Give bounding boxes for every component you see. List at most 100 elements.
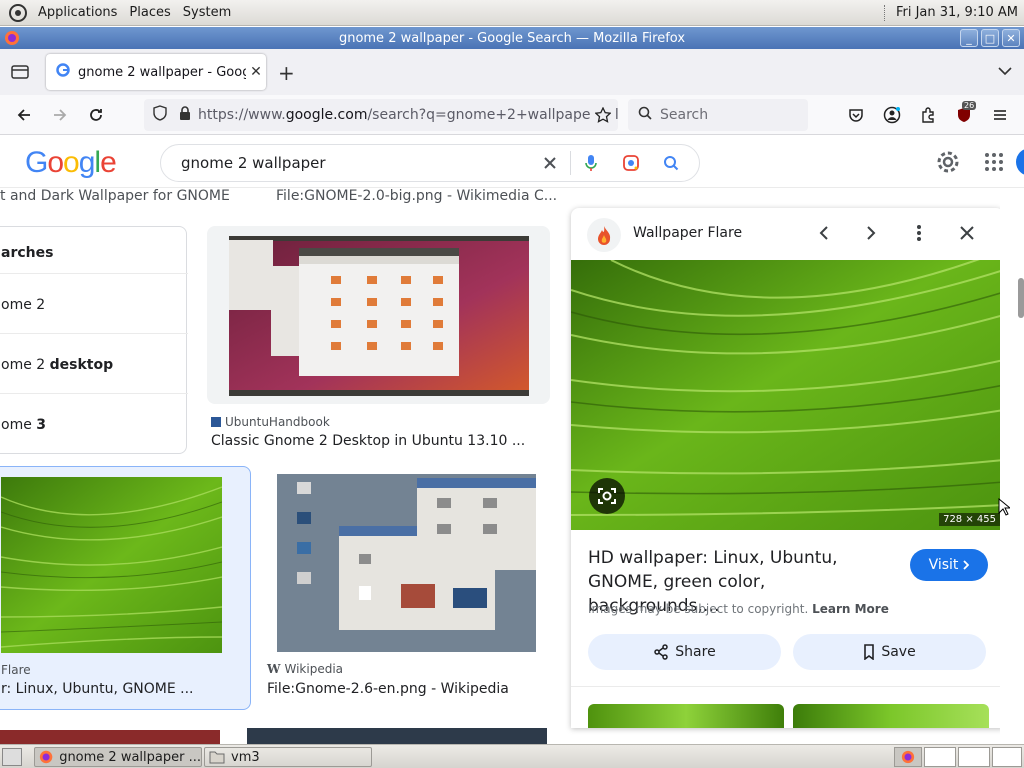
google-apps-icon[interactable] xyxy=(984,152,1004,176)
firefox-view-button[interactable] xyxy=(0,49,40,95)
gnome-top-panel: Applications Places System Fri Jan 31, 9… xyxy=(0,0,1024,26)
result-caption-top-mid[interactable]: File:GNOME-2.0-big.png - Wikimedia C... xyxy=(276,188,557,204)
search-placeholder: Search xyxy=(660,107,709,123)
learn-more-link[interactable]: Learn More xyxy=(812,602,889,616)
related-image-green[interactable] xyxy=(588,704,784,728)
avatar[interactable] xyxy=(1016,148,1024,176)
back-arrow-icon[interactable] xyxy=(12,103,36,127)
visit-chevron-icon xyxy=(963,560,970,570)
result-caption-gnome-26[interactable]: File:Gnome-2.6-en.png - Wikipedia xyxy=(267,681,509,697)
next-chevron-icon[interactable] xyxy=(859,221,883,245)
wallpaperflare-flame-icon xyxy=(587,218,621,252)
google-header: Google gnome 2 wallpaper xyxy=(0,136,1024,188)
related-item[interactable]: ome 2 xyxy=(1,297,45,313)
workspace-4[interactable] xyxy=(992,747,1022,767)
close-panel-icon[interactable] xyxy=(955,221,979,245)
more-options-icon[interactable] xyxy=(907,221,931,245)
reload-icon[interactable] xyxy=(84,103,108,127)
search-query[interactable]: gnome 2 wallpaper xyxy=(181,154,530,172)
clear-search-icon[interactable] xyxy=(530,156,570,170)
panel-separator xyxy=(883,4,886,21)
mouse-cursor-icon xyxy=(998,498,1010,516)
settings-gear-icon[interactable] xyxy=(936,150,960,178)
wikipedia-favicon-icon: W xyxy=(267,662,281,676)
result-image-partial[interactable] xyxy=(247,728,547,744)
account-icon[interactable] xyxy=(880,103,904,127)
places-menu[interactable]: Places xyxy=(123,5,176,20)
tab-google-search[interactable]: gnome 2 wallpaper - Google ✕ xyxy=(46,54,266,90)
window-title: gnome 2 wallpaper - Google Search — Mozi… xyxy=(338,30,686,46)
visit-button[interactable]: Visit xyxy=(910,549,988,581)
share-icon xyxy=(654,644,669,660)
pocket-icon[interactable] xyxy=(844,103,868,127)
lens-search-image-icon[interactable] xyxy=(589,478,625,514)
ubuntuhandbook-favicon-icon xyxy=(211,417,221,427)
taskbar-item-firefox[interactable]: gnome 2 wallpaper ... xyxy=(34,747,202,767)
search-icon xyxy=(638,106,652,124)
image-results: t and Dark Wallpaper for GNOME File:GNOM… xyxy=(0,188,1024,744)
gnome-bottom-panel: gnome 2 wallpaper ... vm3 xyxy=(0,744,1024,768)
window-titlebar[interactable]: gnome 2 wallpaper - Google Search — Mozi… xyxy=(0,27,1024,49)
taskbar-item-vm3[interactable]: vm3 xyxy=(204,747,372,767)
related-item[interactable]: ome 2 desktop xyxy=(1,357,113,373)
maximize-button[interactable]: □ xyxy=(981,29,999,47)
related-searches-heading: arches xyxy=(1,245,54,261)
tracking-shield-icon[interactable] xyxy=(152,105,168,125)
related-searches-card: arches ome 2 ome 2 desktop ome 3 xyxy=(0,226,188,454)
tab-label: gnome 2 wallpaper - Google xyxy=(78,64,246,80)
panel-clock[interactable]: Fri Jan 31, 9:10 AM xyxy=(896,5,1018,20)
google-logo[interactable]: Google xyxy=(25,146,117,180)
lock-icon[interactable] xyxy=(178,105,192,125)
firefox-view-icon xyxy=(11,65,29,79)
result-source-wallpaperflare[interactable]: Flare xyxy=(1,663,31,677)
forward-arrow-icon[interactable] xyxy=(48,103,72,127)
system-menu[interactable]: System xyxy=(177,5,237,20)
google-favicon-icon xyxy=(56,63,70,81)
panel-scrollbar-thumb[interactable] xyxy=(1018,278,1024,318)
new-tab-button[interactable]: + xyxy=(278,61,295,85)
hamburger-menu-icon[interactable] xyxy=(988,103,1012,127)
lens-search-icon[interactable] xyxy=(611,154,651,172)
tab-close-icon[interactable]: ✕ xyxy=(246,64,266,80)
workspace-firefox-icon[interactable] xyxy=(894,747,922,767)
save-button[interactable]: Save xyxy=(793,634,986,670)
url-bar[interactable]: https://www.google.com/search?q=gnome+2+… xyxy=(144,99,618,131)
show-desktop-icon[interactable] xyxy=(2,748,22,766)
result-image-gnome-26[interactable] xyxy=(277,474,536,652)
firefox-task-icon xyxy=(39,750,53,764)
result-image-ubuntu-gnome2[interactable] xyxy=(207,226,550,404)
minimize-button[interactable]: _ xyxy=(960,29,978,47)
voice-search-icon[interactable] xyxy=(571,154,611,172)
result-caption-green-leaf[interactable]: r: Linux, Ubuntu, GNOME ... xyxy=(1,681,194,697)
folder-task-icon xyxy=(209,751,225,764)
related-item[interactable]: ome 3 xyxy=(1,417,46,433)
previous-chevron-icon[interactable] xyxy=(812,221,836,245)
preview-image-green-leaf[interactable]: 728 × 455 xyxy=(571,260,1004,530)
share-button[interactable]: Share xyxy=(588,634,781,670)
related-image-green[interactable] xyxy=(793,704,989,728)
extensions-icon[interactable] xyxy=(916,103,940,127)
selected-result-card[interactable]: Flare r: Linux, Ubuntu, GNOME ... xyxy=(0,466,251,710)
bookmark-star-icon[interactable] xyxy=(591,103,615,127)
close-window-button[interactable]: ✕ xyxy=(1002,29,1020,47)
bookmark-icon xyxy=(864,644,875,660)
applications-menu[interactable]: Applications xyxy=(32,5,123,20)
result-caption-ubuntu[interactable]: Classic Gnome 2 Desktop in Ubuntu 13.10 … xyxy=(211,433,525,449)
preview-site-name[interactable]: Wallpaper Flare xyxy=(633,225,742,241)
page-right-gutter xyxy=(1000,188,1024,744)
result-source-wikipedia[interactable]: W Wikipedia xyxy=(267,662,343,676)
search-bar[interactable]: Search xyxy=(628,99,808,131)
result-caption-top-left[interactable]: t and Dark Wallpaper for GNOME xyxy=(0,188,230,204)
result-image-green-leaf[interactable] xyxy=(1,477,222,653)
google-search-box[interactable]: gnome 2 wallpaper xyxy=(160,144,700,182)
result-source-ubuntuhandbook[interactable]: UbuntuHandbook xyxy=(211,415,330,429)
workspace-2[interactable] xyxy=(924,747,956,767)
navigation-bar: https://www.google.com/search?q=gnome+2+… xyxy=(0,95,1024,135)
workspace-3[interactable] xyxy=(958,747,990,767)
firefox-icon xyxy=(5,31,19,45)
list-all-tabs-chevron-icon[interactable] xyxy=(998,61,1012,80)
google-search-icon[interactable] xyxy=(651,155,691,171)
url-text[interactable]: https://www.google.com/search?q=gnome+2+… xyxy=(198,107,618,123)
result-image-partial[interactable] xyxy=(0,730,220,744)
gnome-foot-icon[interactable] xyxy=(8,3,28,23)
